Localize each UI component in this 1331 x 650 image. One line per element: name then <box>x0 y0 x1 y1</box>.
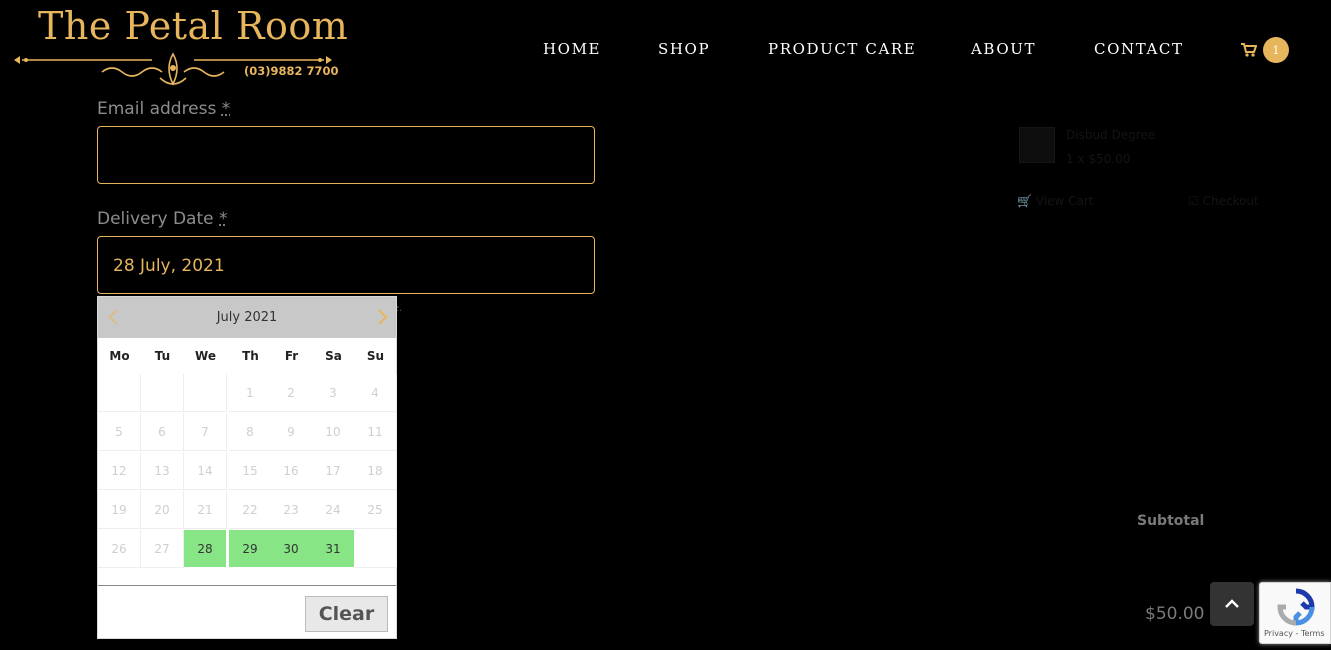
mini-cart-quantity-price: 1 x $50.00 <box>1066 152 1131 166</box>
datepicker-day-disabled: 16 <box>270 452 313 490</box>
site-logo[interactable]: The Petal Room (03)9882 7700 <box>12 4 348 94</box>
mini-cart-product-name[interactable]: Disbud Degree <box>1066 128 1155 142</box>
datepicker-day-disabled: 10 <box>312 413 355 451</box>
weekday-header: Th <box>242 349 259 363</box>
datepicker-day-disabled: 24 <box>312 491 355 529</box>
datepicker-day-disabled: 12 <box>98 452 141 490</box>
chevron-right-icon[interactable] <box>374 307 390 327</box>
email-label: Email address * <box>97 99 230 119</box>
datepicker-day-disabled: 19 <box>98 491 141 529</box>
weekday-header: Tu <box>154 349 171 363</box>
cart-button[interactable]: 1 <box>1241 37 1291 63</box>
weekday-header: We <box>195 349 216 363</box>
datepicker-day-disabled: 6 <box>141 413 184 451</box>
subtotal-value: $50.00 <box>1145 604 1205 624</box>
delivery-date-label-text: Delivery Date <box>97 209 214 229</box>
datepicker-day-available[interactable]: 28 <box>184 530 227 568</box>
datepicker-header: July 2021 <box>98 297 396 338</box>
mini-cart-view-cart-link[interactable]: 🛒 View Cart <box>1017 194 1093 208</box>
datepicker-day-disabled: 14 <box>184 452 227 490</box>
datepicker-day-available[interactable]: 31 <box>312 530 355 568</box>
delivery-date-field[interactable] <box>97 236 595 294</box>
weekday-header: Su <box>366 349 385 363</box>
delivery-date-required-mark: * <box>219 209 228 229</box>
datepicker-day-disabled: 26 <box>98 530 141 568</box>
datepicker-day-disabled: 17 <box>312 452 355 490</box>
nav-home[interactable]: HOME <box>543 40 601 58</box>
datepicker-day-disabled: 3 <box>312 374 355 412</box>
logo-phone: (03)9882 7700 <box>244 64 339 78</box>
datepicker-popup: July 2021 Mo Tu We Th Fr Sa Su 1 2 3 4 5 6 7 8 9 10 11 12… <box>97 296 397 639</box>
mini-cart-product-thumbnail[interactable] <box>1019 127 1055 163</box>
logo-title: The Petal Room <box>38 4 349 48</box>
datepicker-empty-cell <box>98 374 141 412</box>
nav-about[interactable]: ABOUT <box>971 40 1036 58</box>
nav-shop[interactable]: SHOP <box>658 40 710 58</box>
nav-product-care[interactable]: PRODUCT CARE <box>768 40 916 58</box>
recaptcha-logo-icon <box>1277 588 1315 626</box>
datepicker-day-available[interactable]: 29 <box>229 530 272 568</box>
scroll-to-top-button[interactable] <box>1210 582 1254 626</box>
weekday-header: Fr <box>284 349 299 363</box>
datepicker-day-disabled: 1 <box>229 374 272 412</box>
cart-icon: 🛒 <box>1017 194 1032 208</box>
datepicker-day-disabled: 21 <box>184 491 227 529</box>
subtotal-label: Subtotal <box>1137 513 1205 529</box>
datepicker-day-disabled: 7 <box>184 413 227 451</box>
datepicker-day-disabled: 20 <box>141 491 184 529</box>
recaptcha-badge[interactable]: Privacy - Terms <box>1259 582 1331 644</box>
datepicker-day-disabled: 23 <box>270 491 313 529</box>
datepicker-day-disabled: 8 <box>229 413 272 451</box>
email-required-mark: * <box>221 99 231 119</box>
weekday-header: Mo <box>109 349 130 363</box>
email-field[interactable] <box>97 126 595 184</box>
email-label-text: Email address <box>97 99 217 119</box>
datepicker-divider <box>98 585 396 586</box>
datepicker-clear-button[interactable]: Clear <box>305 596 388 632</box>
datepicker-day-disabled: 15 <box>229 452 272 490</box>
shopping-cart-icon <box>1241 43 1257 57</box>
view-cart-label: View Cart <box>1035 194 1094 208</box>
datepicker-day-disabled: 5 <box>98 413 141 451</box>
datepicker-day-available[interactable]: 30 <box>270 530 313 568</box>
datepicker-empty-cell <box>141 374 184 412</box>
delivery-date-label: Delivery Date * <box>97 209 228 229</box>
mini-cart-checkout-link[interactable]: ☑ Checkout <box>1188 194 1259 208</box>
recaptcha-terms[interactable]: Privacy - Terms <box>1264 629 1325 638</box>
datepicker-month-title: July 2021 <box>216 310 278 325</box>
checkout-icon: ☑ <box>1188 194 1199 208</box>
datepicker-day-disabled: 2 <box>270 374 313 412</box>
datepicker-day-disabled: 25 <box>354 491 397 529</box>
datepicker-day-disabled: 18 <box>354 452 397 490</box>
datepicker-day-disabled: 22 <box>229 491 272 529</box>
checkout-label: Checkout <box>1202 194 1259 208</box>
datepicker-day-disabled: 9 <box>270 413 313 451</box>
datepicker-day-disabled: 27 <box>141 530 184 568</box>
datepicker-day-disabled: 4 <box>354 374 397 412</box>
datepicker-day-disabled: 11 <box>354 413 397 451</box>
cart-count-badge: 1 <box>1263 37 1289 63</box>
datepicker-empty-cell <box>184 374 227 412</box>
datepicker-day-disabled: 13 <box>141 452 184 490</box>
datepicker-empty-cell <box>354 530 397 568</box>
nav-contact[interactable]: CONTACT <box>1094 40 1184 58</box>
chevron-up-icon <box>1225 599 1239 608</box>
weekday-header: Sa <box>325 349 342 363</box>
